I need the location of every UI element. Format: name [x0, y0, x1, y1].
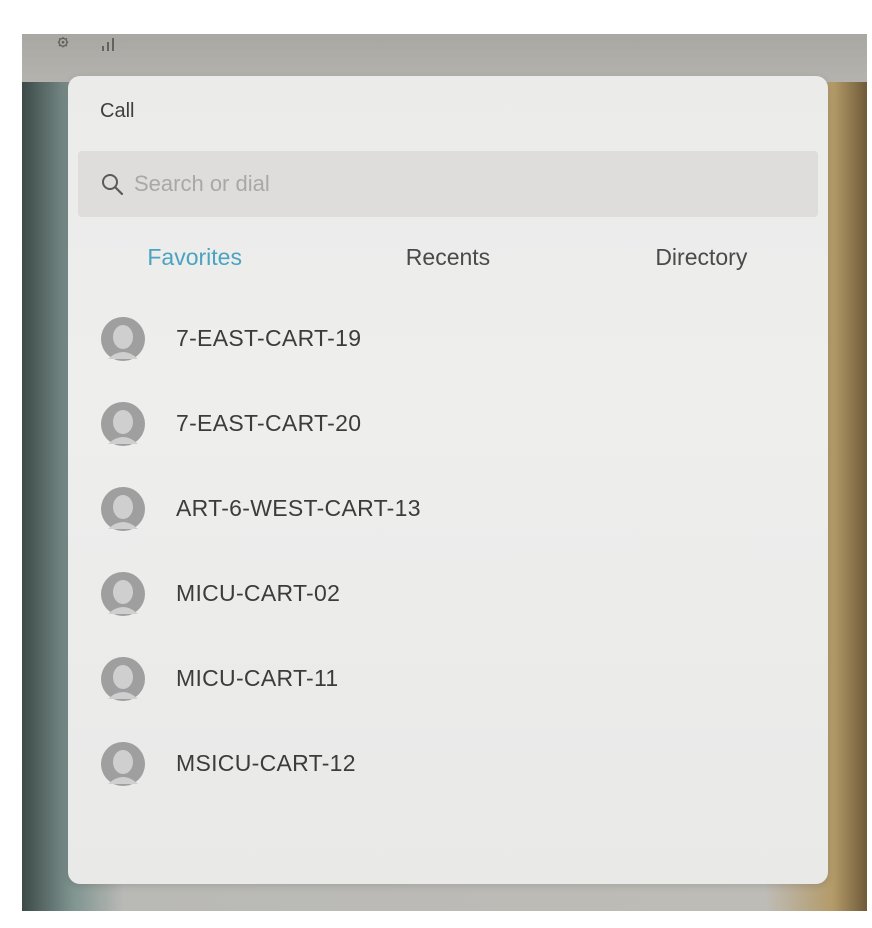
- list-item[interactable]: 7-EAST-CART-19: [68, 296, 828, 381]
- search-bar[interactable]: [78, 151, 818, 217]
- avatar-icon: [101, 316, 145, 361]
- list-item[interactable]: 7-EAST-CART-20: [68, 381, 828, 466]
- contact-name: MICU-CART-02: [176, 580, 341, 606]
- list-item[interactable]: MICU-CART-02: [68, 551, 828, 636]
- search-input[interactable]: [132, 163, 736, 205]
- list-item[interactable]: ART-6-WEST-CART-13: [68, 466, 828, 551]
- call-panel: Call Favorites Recents Directory 7-EAST-…: [68, 76, 828, 884]
- contact-name: MICU-CART-11: [176, 665, 339, 691]
- list-item[interactable]: MSICU-CART-12: [68, 721, 828, 806]
- favorites-list: 7-EAST-CART-19 7-EAST-CART-20 ART-6-WEST…: [68, 296, 828, 806]
- gear-icon[interactable]: [52, 37, 74, 51]
- device-screen: Call Favorites Recents Directory 7-EAST-…: [22, 34, 867, 911]
- avatar-icon: [101, 656, 145, 701]
- avatar-icon: [101, 486, 145, 531]
- contact-name: 7-EAST-CART-19: [176, 325, 362, 351]
- list-item[interactable]: MICU-CART-11: [68, 636, 828, 721]
- avatar-icon: [101, 571, 145, 616]
- tab-bar: Favorites Recents Directory: [68, 224, 828, 290]
- avatar-icon: [101, 401, 145, 446]
- status-icons: [52, 34, 114, 54]
- contact-name: ART-6-WEST-CART-13: [176, 495, 421, 521]
- screen-top-bar: [22, 34, 867, 82]
- tab-favorites[interactable]: Favorites: [68, 244, 321, 271]
- contact-name: 7-EAST-CART-20: [176, 410, 362, 436]
- contact-name: MSICU-CART-12: [176, 750, 356, 776]
- tab-recents[interactable]: Recents: [321, 244, 574, 271]
- search-icon: [102, 174, 124, 196]
- avatar-icon: [101, 741, 145, 786]
- panel-title: Call: [100, 100, 135, 122]
- signal-bars-icon: [102, 37, 114, 51]
- tab-directory[interactable]: Directory: [575, 244, 828, 271]
